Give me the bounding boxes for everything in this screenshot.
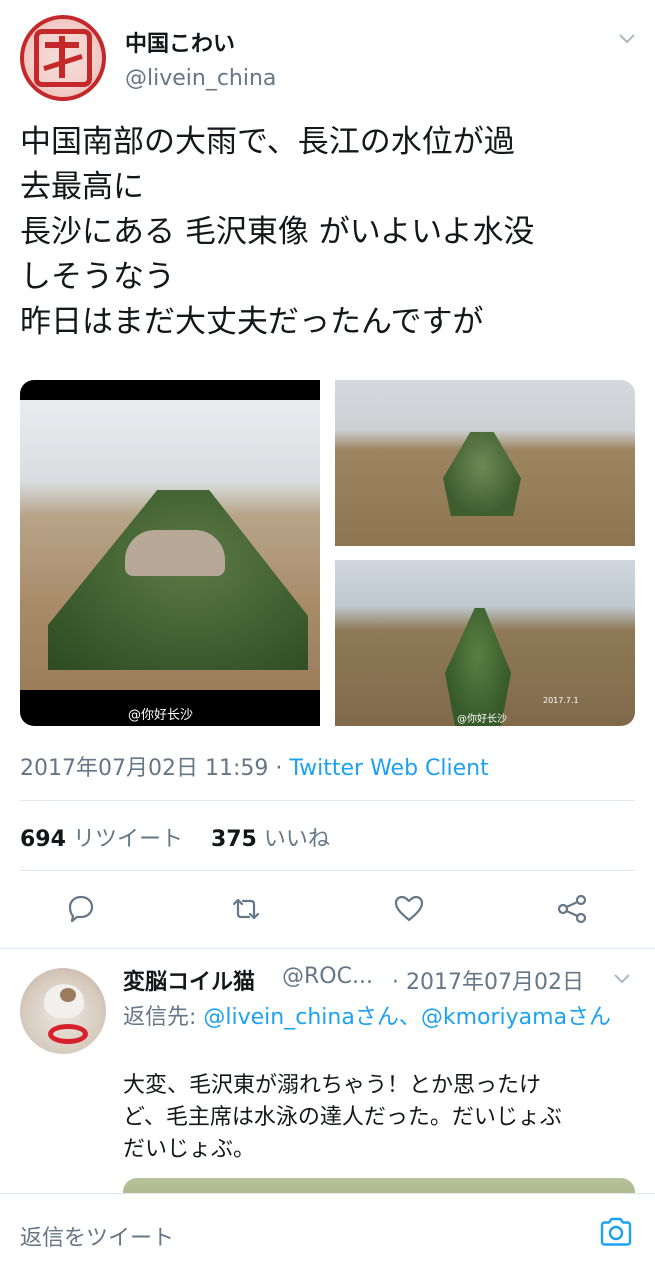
image-watermark: @你好长沙	[128, 708, 194, 723]
share-button[interactable]	[555, 892, 589, 926]
media-image[interactable]	[335, 380, 635, 546]
retweet-count[interactable]: 694	[20, 827, 66, 852]
tweet-stats: 694 リツイート 375 いいね	[20, 821, 330, 853]
like-label[interactable]: いいね	[264, 827, 330, 852]
reply-text-line: だいじょぶ。	[123, 1137, 256, 1162]
tweet-text-line: 昨日はまだ大丈夫だったんですが	[20, 304, 484, 340]
retweet-icon	[232, 898, 260, 920]
divider	[20, 800, 635, 801]
reply-composer[interactable]: 返信をツイート	[0, 1193, 655, 1261]
tweet-text-line: 中国南部の大雨で、長江の水位が過	[20, 124, 515, 160]
user-handle[interactable]: @livein_china	[125, 66, 276, 91]
retweet-label[interactable]: リツイート	[73, 827, 183, 852]
stamp-logo-icon	[34, 29, 92, 87]
mention-link[interactable]: @kmoriyamaさん	[421, 1005, 611, 1030]
display-name[interactable]: 中国こわい	[125, 26, 235, 58]
reply-icon	[68, 895, 94, 923]
divider	[0, 948, 655, 949]
tweet-timestamp: 2017年07月02日 11:59 · Twitter Web Client	[20, 750, 489, 782]
separator: ·	[268, 756, 290, 781]
reply-to: 返信先: @livein_chinaさん、@kmoriyamaさん	[123, 1002, 633, 1034]
avatar[interactable]	[20, 968, 106, 1054]
camera-icon[interactable]	[598, 1216, 634, 1248]
reply-to-prefix: 返信先:	[123, 1005, 204, 1030]
display-name[interactable]: 変脳コイル猫	[123, 964, 255, 996]
reply-button[interactable]	[64, 892, 98, 926]
image-watermark: @你好长沙	[457, 714, 507, 725]
user-handle[interactable]: @ROC...	[282, 964, 373, 989]
timestamp-text: 2017年07月02日 11:59	[20, 756, 269, 781]
retweet-button[interactable]	[229, 892, 263, 926]
mention-link[interactable]: @livein_chinaさん	[203, 1005, 398, 1030]
chevron-down-icon[interactable]	[617, 28, 637, 48]
image-date: 2017.7.1	[543, 696, 579, 705]
share-icon	[557, 894, 587, 924]
tweet-text-line: 長沙にある 毛沢東像 がいよいよ水没	[20, 214, 535, 250]
client-link[interactable]: Twitter Web Client	[289, 756, 488, 781]
like-button[interactable]	[392, 892, 426, 926]
reply-text-line: ど、毛主席は水泳の達人だった。だいじょぶ	[123, 1105, 562, 1130]
reply-input-placeholder[interactable]: 返信をツイート	[20, 1220, 174, 1252]
heart-icon	[394, 895, 424, 922]
media-grid: @你好长沙 2017.7.1 @你好长沙	[20, 380, 635, 726]
reply-text: 大変、毛沢東が溺れちゃう！とか思ったけ ど、毛主席は水泳の達人だった。だいじょぶ…	[123, 1070, 638, 1166]
divider	[20, 870, 635, 871]
tweet-text: 中国南部の大雨で、長江の水位が過 去最高に 長沙にある 毛沢東像 がいよいよ水没…	[20, 120, 640, 345]
reply-text-line: 大変、毛沢東が溺れちゃう！とか思ったけ	[123, 1073, 542, 1098]
media-image[interactable]: @你好长沙	[20, 380, 320, 726]
chevron-down-icon[interactable]	[612, 968, 632, 988]
avatar[interactable]	[20, 15, 106, 101]
media-image[interactable]: 2017.7.1 @你好长沙	[335, 560, 635, 726]
reply-timestamp: · 2017年07月02日	[392, 970, 584, 995]
mention-separator: 、	[398, 1005, 421, 1030]
like-count[interactable]: 375	[211, 827, 257, 852]
tweet-text-line: しそうなう	[20, 259, 175, 295]
tweet-text-line: 去最高に	[20, 169, 144, 205]
